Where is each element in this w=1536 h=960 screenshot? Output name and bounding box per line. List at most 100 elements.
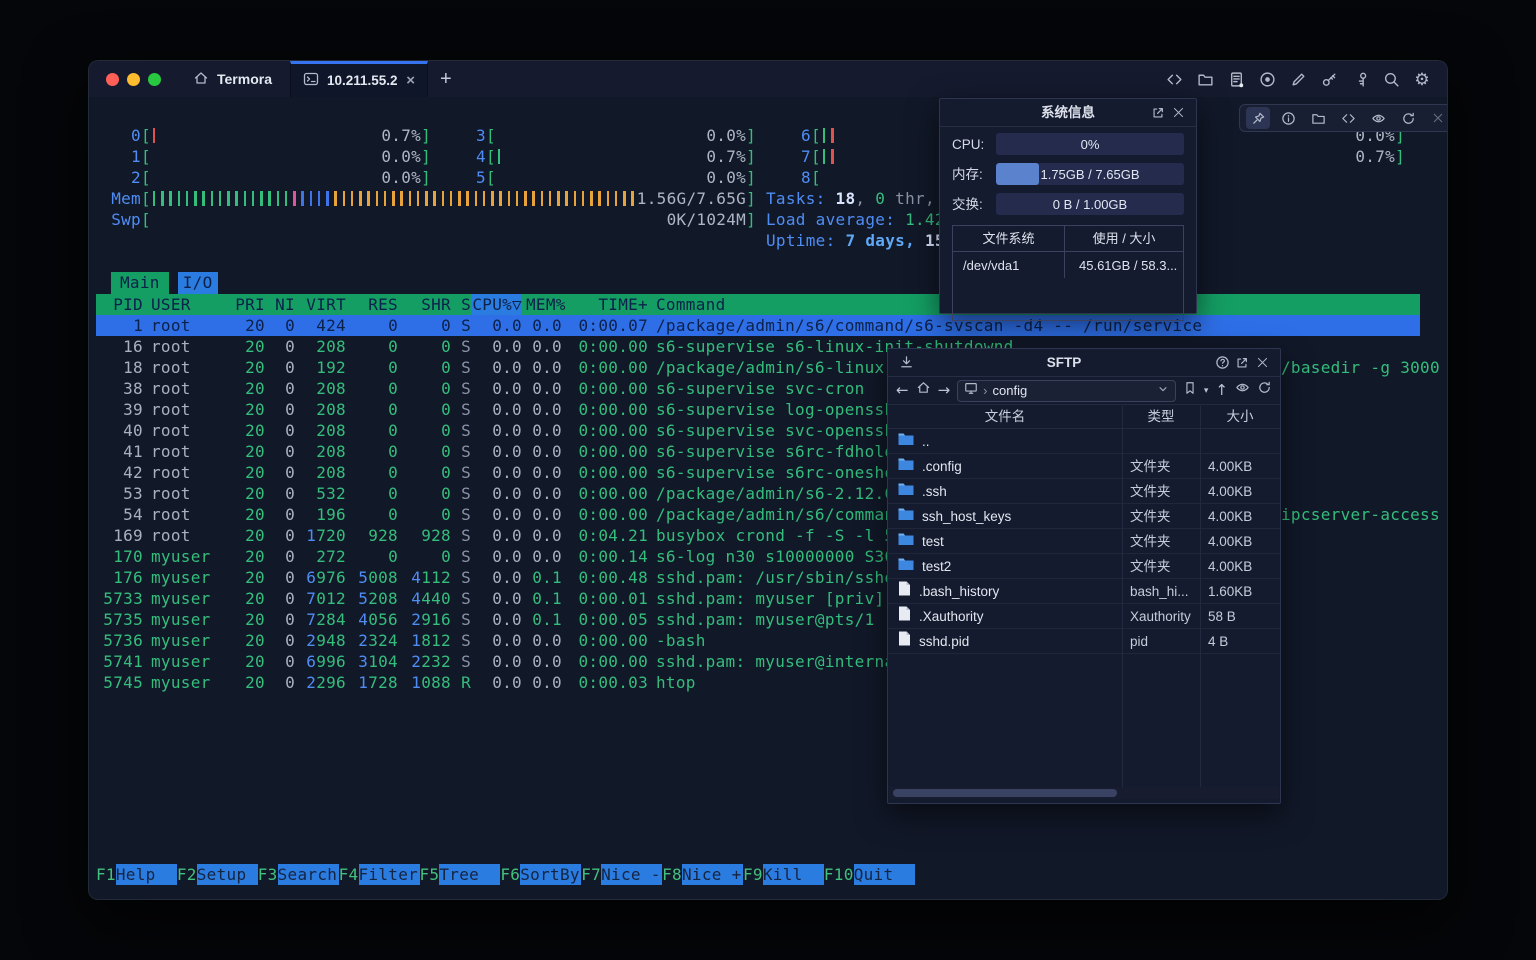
process-row[interactable]: 1root20042400S0.00.00:00.07/package/admi…	[96, 315, 1420, 336]
close-icon[interactable]	[1252, 353, 1272, 373]
folder-icon[interactable]	[1306, 107, 1330, 129]
bookmark-caret-icon[interactable]: ▾	[1204, 380, 1209, 401]
htop-function-bar: F1Help F2Setup F3SearchF4FilterF5Tree F6…	[96, 863, 915, 885]
col-cpu-sorted[interactable]: CPU%▽	[471, 294, 522, 315]
close-icon[interactable]	[1426, 107, 1448, 129]
help-icon[interactable]	[1212, 353, 1232, 373]
settings-icon[interactable]: ⚙	[1413, 70, 1431, 88]
pin-icon[interactable]	[1246, 107, 1270, 129]
refresh-icon[interactable]	[1396, 107, 1420, 129]
tab-session[interactable]: 10.211.55.2 ×	[290, 61, 428, 97]
file-col-type[interactable]: 类型	[1122, 406, 1200, 427]
system-info-header: 系统信息	[940, 99, 1196, 127]
keychain-icon[interactable]	[1351, 70, 1369, 88]
file-row[interactable]: ..	[888, 429, 1280, 454]
col-s[interactable]: S	[451, 294, 471, 315]
fkey-action[interactable]: Help	[116, 864, 177, 885]
edit-icon[interactable]	[1289, 70, 1307, 88]
minimize-window-button[interactable]	[127, 73, 140, 86]
new-tab-button[interactable]: +	[428, 61, 464, 97]
maximize-window-button[interactable]	[148, 73, 161, 86]
tab-home[interactable]: Termora	[175, 61, 290, 97]
memory-label: 内存:	[952, 164, 996, 185]
file-row[interactable]: ssh_host_keys文件夹4.00KB	[888, 504, 1280, 529]
download-icon[interactable]	[896, 353, 916, 373]
fkey-action[interactable]: Nice +	[682, 864, 743, 885]
col-ni[interactable]: NI	[265, 294, 295, 315]
file-row[interactable]: .ssh文件夹4.00KB	[888, 479, 1280, 504]
htop-tab-main[interactable]: Main	[111, 272, 169, 294]
swap-usage-bar: 0 B / 1.00GB	[996, 193, 1184, 215]
refresh-icon[interactable]	[1257, 380, 1272, 401]
col-virt[interactable]: VIRT	[295, 294, 346, 315]
file-row[interactable]: .XauthorityXauthority58 B	[888, 604, 1280, 629]
fkey-label: F3	[258, 864, 278, 885]
file-name: sshd.pid	[919, 631, 969, 652]
col-mem[interactable]: MEM%	[522, 294, 562, 315]
col-res[interactable]: RES	[346, 294, 398, 315]
file-row[interactable]: test文件夹4.00KB	[888, 529, 1280, 554]
fkey-action[interactable]: Setup	[197, 864, 258, 885]
chevron-down-icon[interactable]	[1157, 380, 1169, 401]
file-row[interactable]: test2文件夹4.00KB	[888, 554, 1280, 579]
folder-icon[interactable]	[1196, 70, 1214, 88]
file-name: .Xauthority	[919, 606, 984, 627]
back-icon[interactable]: ←	[896, 380, 909, 401]
col-user[interactable]: USER	[151, 294, 235, 315]
fkey-label: F2	[177, 864, 197, 885]
fkey-action[interactable]: Search	[278, 864, 339, 885]
col-pid[interactable]: PID	[96, 294, 143, 315]
cpu-meter-3: 3[0.0%]	[456, 125, 756, 146]
fkey-action[interactable]: SortBy	[520, 864, 581, 885]
cpu-meter-0: 0[0.7%]	[111, 125, 431, 146]
scrollbar-thumb[interactable]	[893, 789, 1117, 797]
search-icon[interactable]	[1382, 70, 1400, 88]
home-icon	[193, 70, 209, 89]
terminal-area[interactable]: 0[0.7%] 1[0.0%] 2[0.0%] 3[0.0%] 4[0.7%] …	[89, 97, 1447, 900]
htop-tab-io[interactable]: I/O	[178, 272, 218, 294]
file-col-size[interactable]: 大小	[1200, 406, 1280, 427]
code-icon[interactable]	[1165, 70, 1183, 88]
col-time[interactable]: TIME+	[562, 294, 648, 315]
col-shr[interactable]: SHR	[398, 294, 451, 315]
nvidia-icon[interactable]	[1366, 107, 1390, 129]
close-tab-icon[interactable]: ×	[406, 72, 415, 89]
htop-status-line: Load average: 1.42 1	[766, 209, 965, 230]
fkey-action[interactable]: Kill	[763, 864, 824, 885]
close-icon[interactable]	[1168, 103, 1188, 123]
path-breadcrumb[interactable]: › config	[957, 380, 1176, 402]
file-row[interactable]: .bash_historybash_hi...1.60KB	[888, 579, 1280, 604]
col-pri[interactable]: PRI	[235, 294, 265, 315]
info-icon[interactable]	[1276, 107, 1300, 129]
file-name: test	[922, 531, 944, 552]
file-row[interactable]: sshd.pidpid4 B	[888, 629, 1280, 654]
up-directory-icon[interactable]: ↑	[1215, 380, 1228, 401]
file-type: Xauthority	[1122, 606, 1200, 627]
record-icon[interactable]	[1258, 70, 1276, 88]
filesystem-row[interactable]: /dev/vda145.61GB / 58.3...	[953, 252, 1183, 278]
open-in-window-icon[interactable]	[1232, 353, 1252, 373]
fkey-action[interactable]: Quit	[854, 864, 915, 885]
swap-meter: Swp[0K/1024M]	[111, 209, 756, 230]
folder-icon	[898, 431, 914, 452]
path-segment[interactable]: config	[993, 380, 1028, 401]
close-window-button[interactable]	[106, 73, 119, 86]
sftp-header: SFTP	[888, 349, 1280, 377]
key-icon[interactable]	[1320, 70, 1338, 88]
file-type: 文件夹	[1122, 531, 1200, 552]
log-icon[interactable]	[1227, 70, 1245, 88]
fkey-action[interactable]: Nice -	[601, 864, 662, 885]
file-col-name[interactable]: 文件名	[888, 406, 1122, 427]
code-icon[interactable]	[1336, 107, 1360, 129]
show-hidden-icon[interactable]	[1235, 380, 1250, 401]
file-name: .ssh	[922, 481, 947, 502]
file-table-header: 文件名 类型 大小	[888, 405, 1280, 429]
fkey-action[interactable]: Tree	[439, 864, 500, 885]
open-in-window-icon[interactable]	[1148, 103, 1168, 123]
bookmark-icon[interactable]	[1183, 380, 1197, 401]
home-icon[interactable]	[916, 380, 931, 401]
file-row[interactable]: .config文件夹4.00KB	[888, 454, 1280, 479]
forward-icon[interactable]: →	[938, 380, 951, 401]
fkey-action[interactable]: Filter	[359, 864, 420, 885]
sftp-toolbar: ← → › config ▾ ↑	[888, 377, 1280, 405]
